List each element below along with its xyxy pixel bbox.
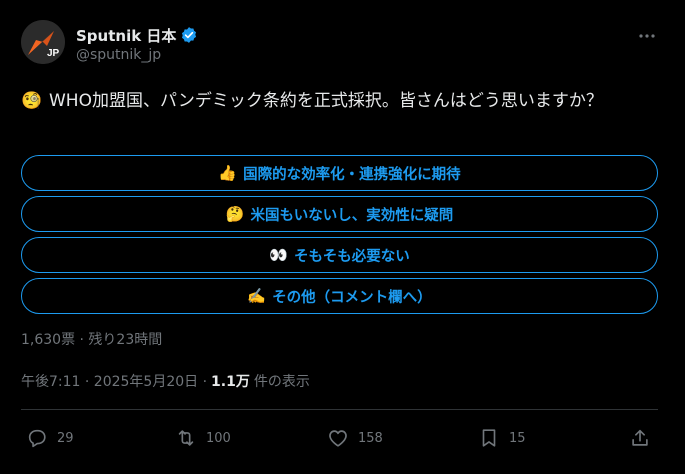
repost-button[interactable]: 100 bbox=[175, 424, 231, 452]
heart-icon bbox=[329, 430, 347, 447]
bookmark-icon bbox=[482, 429, 496, 447]
views-label: 件の表示 bbox=[253, 374, 310, 390]
poll-meta: 1,630票 · 残り23時間 bbox=[21, 332, 163, 348]
eyes-icon: 👀 bbox=[269, 246, 288, 264]
poll-option-label: その他（コメント欄へ） bbox=[272, 289, 432, 306]
share-button[interactable] bbox=[629, 424, 660, 452]
poll-option-1[interactable]: 👍 国際的な効率化・連携強化に期待 bbox=[21, 155, 658, 191]
thumbs-up-icon: 👍 bbox=[218, 164, 238, 182]
svg-text:JP: JP bbox=[47, 48, 60, 59]
monocle-face-emoji-icon: 🧐 bbox=[21, 91, 43, 111]
writing-hand-icon: ✍️ bbox=[247, 287, 267, 305]
views-count: 1.1万 bbox=[211, 374, 250, 390]
reply-button[interactable]: 29 bbox=[26, 424, 74, 452]
thinking-face-icon: 🤔 bbox=[225, 205, 245, 223]
tweet: JP Sputnik 日本 @sputnik_jp 🧐 WHO加盟国、パンデミック… bbox=[0, 0, 685, 474]
tweet-body: WHO加盟国、パンデミック条約を正式採択。皆さんはどう思いますか？ bbox=[49, 91, 603, 111]
action-bar: 29 100 158 15 bbox=[21, 424, 658, 452]
tweet-timestamp-line: 午後7:11 · 2025年5月20日 · 1.1万 件の表示 bbox=[21, 371, 310, 391]
bookmark-button[interactable]: 15 bbox=[478, 424, 526, 452]
like-count: 158 bbox=[358, 430, 383, 446]
verified-badge-icon bbox=[180, 26, 198, 44]
avatar[interactable]: JP bbox=[21, 20, 65, 64]
author-name[interactable]: Sputnik 日本 bbox=[76, 25, 176, 46]
sputnik-logo-icon: JP bbox=[21, 20, 65, 64]
reply-count: 29 bbox=[57, 430, 74, 446]
poll-option-label: そもそも必要ない bbox=[293, 248, 410, 265]
poll-option-2[interactable]: 🤔 米国もいないし、実効性に疑問 bbox=[21, 196, 658, 232]
bookmark-count: 15 bbox=[509, 430, 526, 446]
tweet-text: 🧐 WHO加盟国、パンデミック条約を正式採択。皆さんはどう思いますか？ bbox=[21, 88, 661, 115]
poll-option-3[interactable]: 👀 そもそも必要ない bbox=[21, 237, 658, 273]
repost-icon bbox=[178, 430, 194, 446]
share-icon bbox=[632, 429, 648, 446]
repost-count: 100 bbox=[206, 430, 231, 446]
author-handle[interactable]: @sputnik_jp bbox=[76, 47, 198, 63]
poll-option-label: 米国もいないし、実効性に疑問 bbox=[250, 207, 454, 224]
more-dots-icon bbox=[639, 34, 655, 38]
author-block: Sputnik 日本 @sputnik_jp bbox=[76, 24, 198, 63]
poll-option-4[interactable]: ✍️ その他（コメント欄へ） bbox=[21, 278, 658, 314]
poll: 👍 国際的な効率化・連携強化に期待 🤔 米国もいないし、実効性に疑問 👀 そもそ… bbox=[21, 155, 658, 319]
poll-option-label: 国際的な効率化・連携強化に期待 bbox=[243, 166, 461, 183]
reply-icon bbox=[28, 429, 46, 448]
more-options-button[interactable] bbox=[635, 26, 659, 46]
like-button[interactable]: 158 bbox=[327, 424, 383, 452]
timestamp[interactable]: 午後7:11 · 2025年5月20日 · bbox=[21, 371, 207, 391]
divider bbox=[21, 409, 658, 410]
